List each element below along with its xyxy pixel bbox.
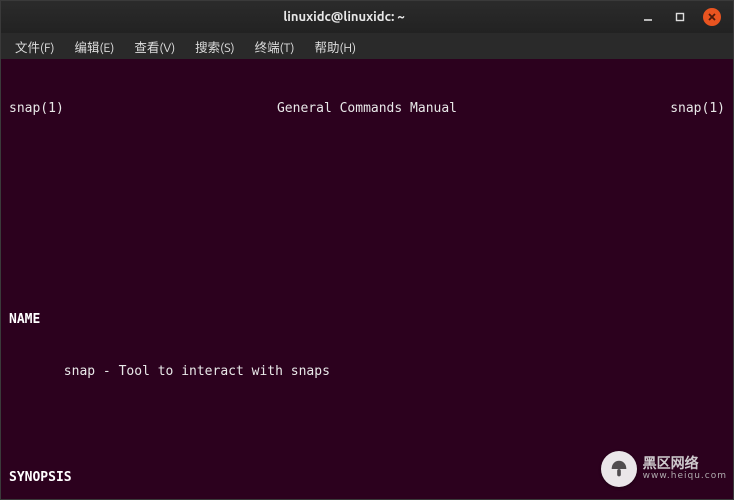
- window-title: linuxidc@linuxidc: ~: [61, 10, 627, 24]
- menu-help[interactable]: 帮助(H): [306, 34, 364, 59]
- name-line: snap - Tool to interact with snaps: [9, 363, 725, 381]
- man-header: snap(1) General Commands Manual snap(1): [9, 100, 725, 118]
- menu-view[interactable]: 查看(V): [126, 34, 183, 59]
- maximize-button[interactable]: [671, 8, 689, 26]
- menu-terminal[interactable]: 终端(T): [247, 34, 303, 59]
- watermark: 黑区网络 www.heiqu.com: [601, 451, 727, 487]
- menu-edit[interactable]: 编辑(E): [66, 34, 122, 59]
- watermark-icon: [601, 451, 637, 487]
- close-icon: [706, 11, 718, 23]
- mushroom-icon: [608, 458, 630, 480]
- minimize-button[interactable]: [639, 8, 657, 26]
- watermark-name: 黑区网络: [643, 457, 727, 472]
- menubar: 文件(F) 编辑(E) 查看(V) 搜索(S) 终端(T) 帮助(H): [1, 33, 733, 59]
- man-header-right: snap(1): [670, 100, 725, 118]
- terminal-window: linuxidc@linuxidc: ~ 文件(F) 编辑(E) 查看(V) 搜…: [0, 0, 734, 500]
- maximize-icon: [674, 11, 686, 23]
- window-controls: [627, 8, 733, 26]
- man-header-center: General Commands Manual: [277, 100, 457, 118]
- man-header-left: snap(1): [9, 100, 64, 118]
- minimize-icon: [642, 11, 654, 23]
- watermark-url: www.heiqu.com: [643, 472, 727, 481]
- terminal-body[interactable]: snap(1) General Commands Manual snap(1) …: [1, 59, 733, 499]
- menu-search[interactable]: 搜索(S): [187, 34, 242, 59]
- menu-file[interactable]: 文件(F): [7, 34, 62, 59]
- section-name: NAME: [9, 311, 725, 329]
- close-button[interactable]: [703, 8, 721, 26]
- titlebar: linuxidc@linuxidc: ~: [1, 1, 733, 33]
